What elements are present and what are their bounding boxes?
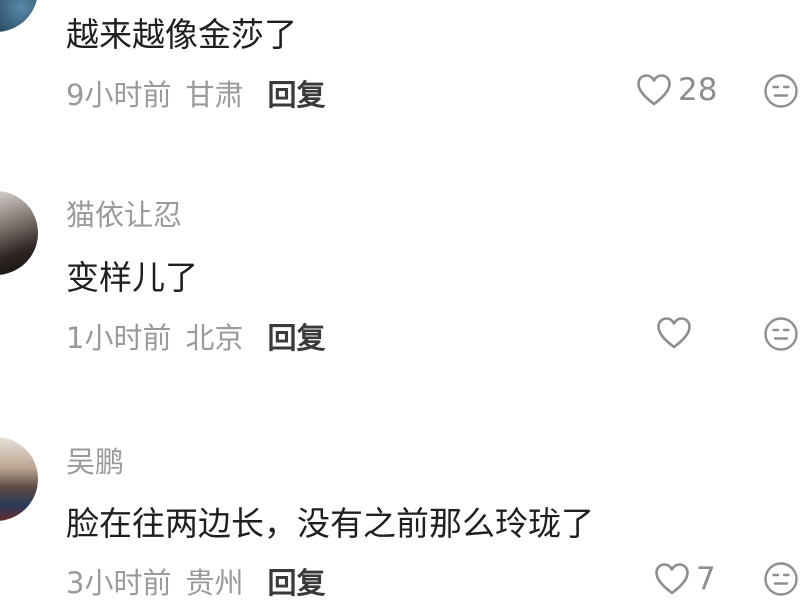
- comment-location: 甘肃: [185, 78, 244, 112]
- avatar[interactable]: [0, 437, 38, 521]
- avatar[interactable]: [0, 191, 38, 275]
- comment-location: 贵州: [185, 566, 244, 600]
- heart-outline-icon: [655, 563, 689, 595]
- comment-text: 脸在往两边长，没有之前那么玲珑了: [66, 504, 594, 543]
- neutral-face-icon: [764, 317, 798, 351]
- heart-outline-icon: [637, 74, 671, 106]
- comment-username[interactable]: 吴鹏: [66, 439, 124, 481]
- like-count: 28: [678, 72, 718, 108]
- reply-button[interactable]: 回复: [267, 78, 325, 112]
- reply-button[interactable]: 回复: [267, 321, 325, 355]
- comment-text: 变样儿了: [66, 258, 198, 297]
- comment-time: 9小时前: [66, 78, 172, 112]
- comment-meta: 3小时前 贵州 回复: [66, 560, 325, 602]
- comment-meta: 1小时前 北京 回复: [66, 315, 325, 357]
- like-button[interactable]: 7: [654, 561, 716, 597]
- avatar[interactable]: [0, 0, 38, 32]
- comment-location: 北京: [185, 321, 244, 355]
- reaction-button[interactable]: [763, 561, 799, 597]
- reply-button[interactable]: 回复: [267, 566, 325, 600]
- reaction-button[interactable]: [763, 73, 799, 109]
- comment-text: 越来越像金莎了: [66, 15, 297, 54]
- comment-time: 1小时前: [66, 321, 172, 355]
- heart-outline-icon: [657, 317, 691, 349]
- like-button[interactable]: [656, 316, 698, 350]
- comment-meta: 9小时前 甘肃 回复: [66, 72, 325, 114]
- like-count: 7: [696, 561, 716, 597]
- like-button[interactable]: 28: [636, 72, 717, 108]
- neutral-face-icon: [764, 74, 798, 108]
- comment-time: 3小时前: [66, 566, 172, 600]
- reaction-button[interactable]: [763, 316, 799, 352]
- comment-username[interactable]: 猫依让忍: [66, 192, 182, 234]
- neutral-face-icon: [764, 562, 798, 596]
